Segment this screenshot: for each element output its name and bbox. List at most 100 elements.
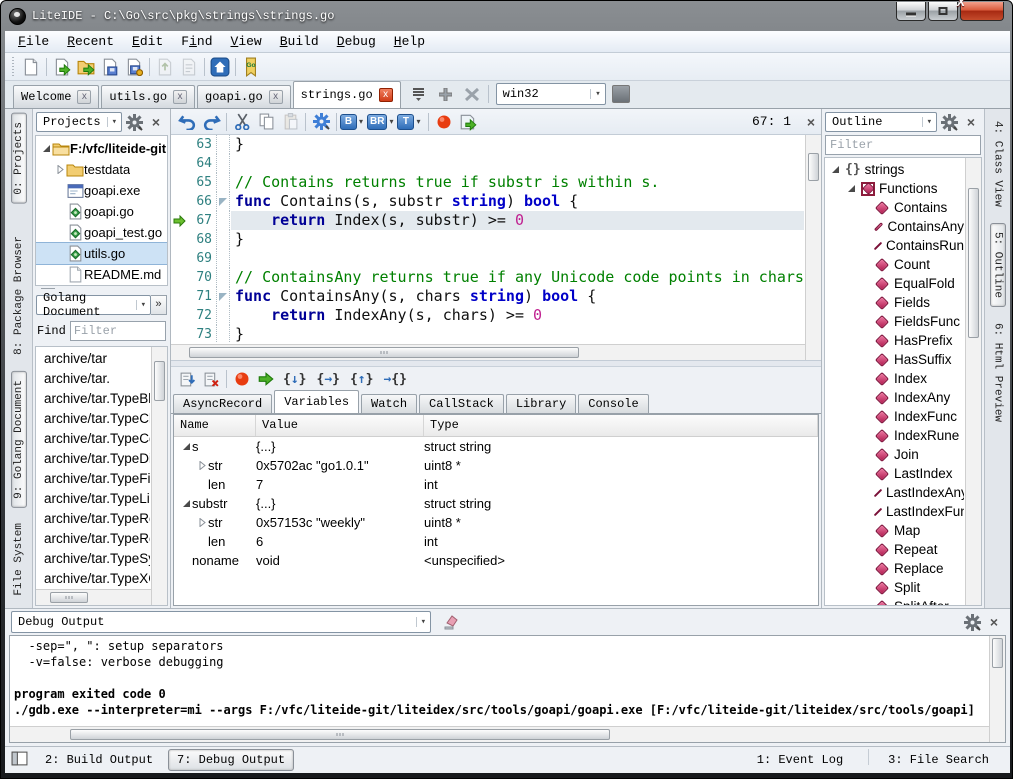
variable-row-noname[interactable]: nonamevoid<unspecified> — [174, 551, 818, 570]
doc-tab-utilsgo[interactable]: utils.gox — [101, 85, 195, 108]
print-doc-icon[interactable] — [177, 56, 201, 78]
project-item-goapi-go[interactable]: goapi.go — [36, 201, 167, 222]
tree-expander-icon[interactable] — [196, 518, 208, 527]
menu-build[interactable]: Build — [271, 33, 328, 50]
statusbar-panel-toggle-icon[interactable] — [11, 751, 28, 770]
target-settings-button[interactable] — [612, 85, 630, 103]
menu-view[interactable]: View — [222, 33, 271, 50]
code-line-72[interactable]: 72 return IndexAny(s, chars) >= 0 — [171, 306, 804, 325]
editor-vscrollbar[interactable] — [805, 135, 821, 360]
tree-expander-icon[interactable] — [829, 165, 841, 174]
fold-column[interactable] — [218, 287, 230, 306]
variable-row-len[interactable]: len6int — [174, 532, 818, 551]
tab-list-icon[interactable] — [407, 82, 433, 106]
record-icon[interactable] — [230, 368, 254, 390]
clear-output-icon[interactable] — [441, 612, 461, 632]
projects-gear-icon[interactable] — [124, 112, 144, 132]
code-editor[interactable]: 63}6465// Contains returns true if subst… — [171, 135, 821, 361]
doc-filter-input[interactable] — [70, 321, 166, 341]
doc-tab-close-icon[interactable]: x — [77, 90, 91, 104]
continue-icon[interactable] — [254, 368, 278, 390]
fold-marker-icon[interactable] — [219, 198, 227, 206]
tree-expander-icon[interactable] — [196, 461, 208, 470]
save-file-icon[interactable] — [98, 56, 122, 78]
project-item-utils-go[interactable]: utils.go — [36, 243, 167, 264]
outline-function-lastindexany[interactable]: LastIndexAny — [825, 483, 964, 502]
br-build-chip[interactable]: BR — [367, 114, 387, 130]
project-item-goapi_test-go[interactable]: goapi_test.go — [36, 222, 167, 243]
outline-function-join[interactable]: Join — [825, 445, 964, 464]
outline-function-hasprefix[interactable]: HasPrefix — [825, 331, 964, 350]
tree-expander-icon[interactable] — [40, 144, 52, 153]
outline-function-fieldsfunc[interactable]: FieldsFunc — [825, 312, 964, 331]
menu-file[interactable]: File — [9, 33, 58, 50]
variable-row-substr[interactable]: substr{...}struct string — [174, 494, 818, 513]
side-tab-9-golang-document[interactable]: 9: Golang Document — [11, 371, 27, 508]
gear-blue-icon[interactable] — [309, 111, 333, 133]
projects-view-combo[interactable]: Projects▾ — [36, 112, 122, 132]
side-tab-file-system[interactable]: File System — [12, 515, 26, 604]
redo-icon[interactable] — [199, 111, 223, 133]
code-line-67[interactable]: 67 return Index(s, substr) >= 0 — [171, 211, 804, 230]
doc-more-button[interactable]: » — [151, 295, 167, 315]
menu-edit[interactable]: Edit — [123, 33, 172, 50]
outline-vscrollbar[interactable] — [965, 158, 981, 605]
output-close-icon[interactable]: × — [984, 612, 1004, 632]
outline-function-index[interactable]: Index — [825, 369, 964, 388]
tree-expander-icon[interactable] — [54, 165, 66, 174]
variable-row-len[interactable]: len7int — [174, 475, 818, 494]
export-doc-icon[interactable] — [153, 56, 177, 78]
project-item-testdata[interactable]: testdata — [36, 159, 167, 180]
debug-tab-console[interactable]: Console — [578, 394, 648, 413]
doc-list-item[interactable]: archive/tar.TypeBlock — [36, 389, 150, 409]
new-file-icon[interactable] — [19, 56, 43, 78]
statusbar-button-7-debug-output[interactable]: 7: Debug Output — [168, 749, 294, 771]
doc-list-item[interactable]: archive/tar.TypeFifo — [36, 469, 150, 489]
go-env-icon[interactable]: Go — [239, 56, 263, 78]
menu-help[interactable]: Help — [385, 33, 434, 50]
doc-list-item[interactable]: archive/tar.TypeXG — [36, 569, 150, 588]
chip-dropdown-icon[interactable]: ▾ — [416, 117, 420, 126]
outline-function-equalfold[interactable]: EqualFold — [825, 274, 964, 293]
side-tab-8-package-browser[interactable]: 8: Package Browser — [12, 228, 26, 363]
code-line-68[interactable]: 68} — [171, 230, 804, 249]
code-line-73[interactable]: 73} — [171, 325, 804, 343]
open-file-icon[interactable] — [50, 56, 74, 78]
dbg-doc-del-icon[interactable] — [199, 368, 223, 390]
titlebar[interactable]: LiteIDE - C:\Go\src\pkg\strings\strings.… — [1, 1, 1012, 31]
code-line-66[interactable]: 66func Contains(s, substr string) bool { — [171, 192, 804, 211]
menu-find[interactable]: Find — [172, 33, 221, 50]
code-line-63[interactable]: 63} — [171, 135, 804, 154]
column-header-value[interactable]: Value — [256, 415, 424, 436]
editor-hscrollbar[interactable] — [171, 344, 805, 360]
cut-icon[interactable] — [230, 111, 254, 133]
outline-function-replace[interactable]: Replace — [825, 559, 964, 578]
outline-function-containsrune[interactable]: ContainsRune — [825, 236, 964, 255]
doc-list-item[interactable]: archive/tar.TypeReg — [36, 509, 150, 529]
outline-function-containsany[interactable]: ContainsAny — [825, 217, 964, 236]
minimize-button[interactable] — [896, 2, 926, 21]
output-console[interactable]: -sep=", ": setup separators -v=false: ve… — [9, 635, 1006, 743]
project-item-f-vfc-liteide-git[interactable]: F:/vfc/liteide-git — [36, 138, 167, 159]
home-icon[interactable] — [208, 56, 232, 78]
toolbar-grip[interactable] — [10, 57, 16, 77]
doc-tab-close-icon[interactable]: x — [269, 90, 283, 104]
outline-view-combo[interactable]: Outline▾ — [825, 112, 937, 132]
outline-function-indexrune[interactable]: IndexRune — [825, 426, 964, 445]
menu-recent[interactable]: Recent — [58, 33, 123, 50]
doc-list-vscrollbar[interactable] — [151, 347, 167, 605]
build-run-icon[interactable] — [456, 111, 480, 133]
code-line-64[interactable]: 64 — [171, 154, 804, 173]
step-out-icon[interactable]: {↑} — [345, 372, 378, 387]
column-header-type[interactable]: Type — [424, 415, 818, 436]
b-build-chip[interactable]: B — [340, 114, 357, 130]
tree-expander-icon[interactable] — [180, 442, 192, 451]
project-item-goapi-exe[interactable]: goapi.exe — [36, 180, 167, 201]
outline-gear-icon[interactable] — [939, 112, 959, 132]
doc-list-item[interactable]: archive/tar.TypeDir — [36, 449, 150, 469]
variable-row-str[interactable]: str0x5702ac "go1.0.1"uint8 * — [174, 456, 818, 475]
doc-view-combo[interactable]: Golang Document▾ — [36, 295, 151, 315]
outline-function-indexfunc[interactable]: IndexFunc — [825, 407, 964, 426]
close-button[interactable]: X — [960, 2, 1004, 21]
variable-row-s[interactable]: s{...}struct string — [174, 437, 818, 456]
